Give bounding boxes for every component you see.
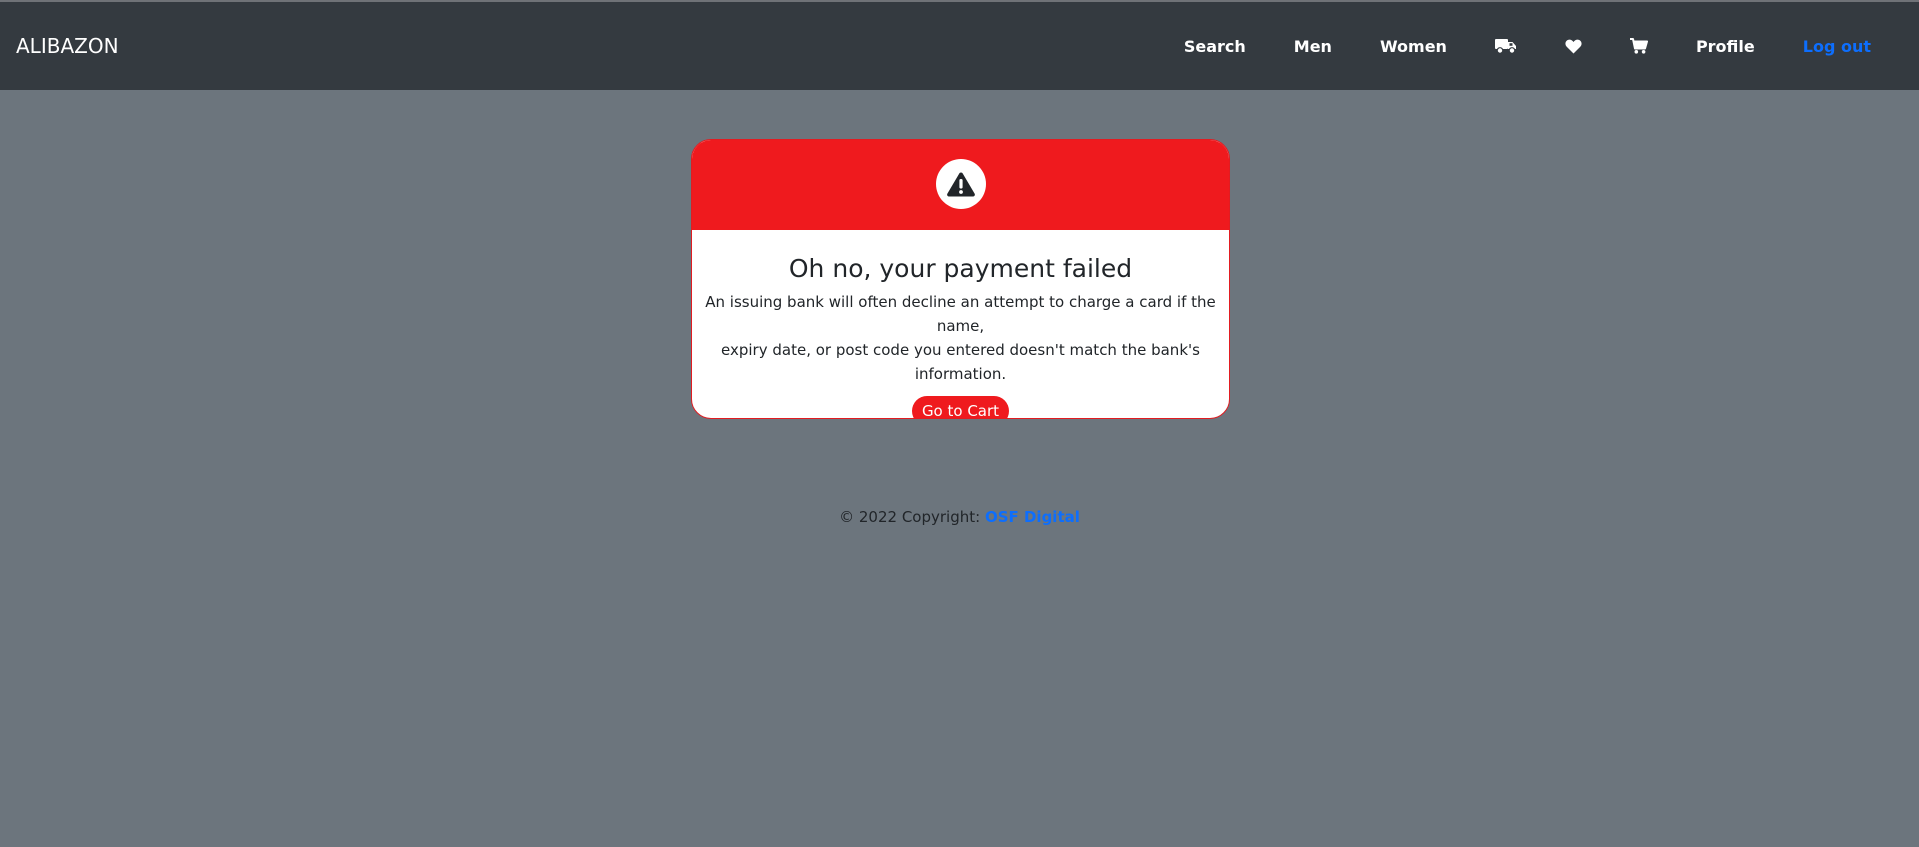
card-header <box>692 140 1229 230</box>
footer: © 2022 Copyright: OSF Digital <box>0 508 1919 526</box>
nav-profile-link[interactable]: Profile <box>1696 37 1755 56</box>
nav-search-link[interactable]: Search <box>1184 37 1246 56</box>
nav-women-link[interactable]: Women <box>1380 37 1447 56</box>
warning-icon-badge <box>935 158 986 209</box>
footer-copyright: © 2022 Copyright: <box>839 508 981 526</box>
cart-icon[interactable] <box>1629 38 1648 54</box>
card-message-line-2: expiry date, or post code you entered do… <box>721 341 1200 383</box>
heart-icon[interactable] <box>1565 39 1582 54</box>
card-body: Oh no, your payment failed An issuing ba… <box>692 230 1229 418</box>
brand-logo[interactable]: ALIBAZON <box>16 34 119 58</box>
payment-failed-card: Oh no, your payment failed An issuing ba… <box>691 139 1230 419</box>
nav-men-link[interactable]: Men <box>1294 37 1332 56</box>
truck-icon[interactable] <box>1494 38 1517 54</box>
go-to-cart-button[interactable]: Go to Cart <box>911 396 1010 418</box>
footer-company-link[interactable]: OSF Digital <box>985 508 1080 526</box>
navbar: ALIBAZON Search Men Women Profile Log ou… <box>0 2 1919 90</box>
card-message: An issuing bank will often decline an at… <box>692 290 1229 386</box>
card-title: Oh no, your payment failed <box>788 254 1133 283</box>
card-message-line-1: An issuing bank will often decline an at… <box>705 293 1216 335</box>
nav-logout-link[interactable]: Log out <box>1803 37 1871 56</box>
nav-links: Search Men Women Profile Log out <box>1184 2 1871 90</box>
warning-icon <box>946 172 975 196</box>
